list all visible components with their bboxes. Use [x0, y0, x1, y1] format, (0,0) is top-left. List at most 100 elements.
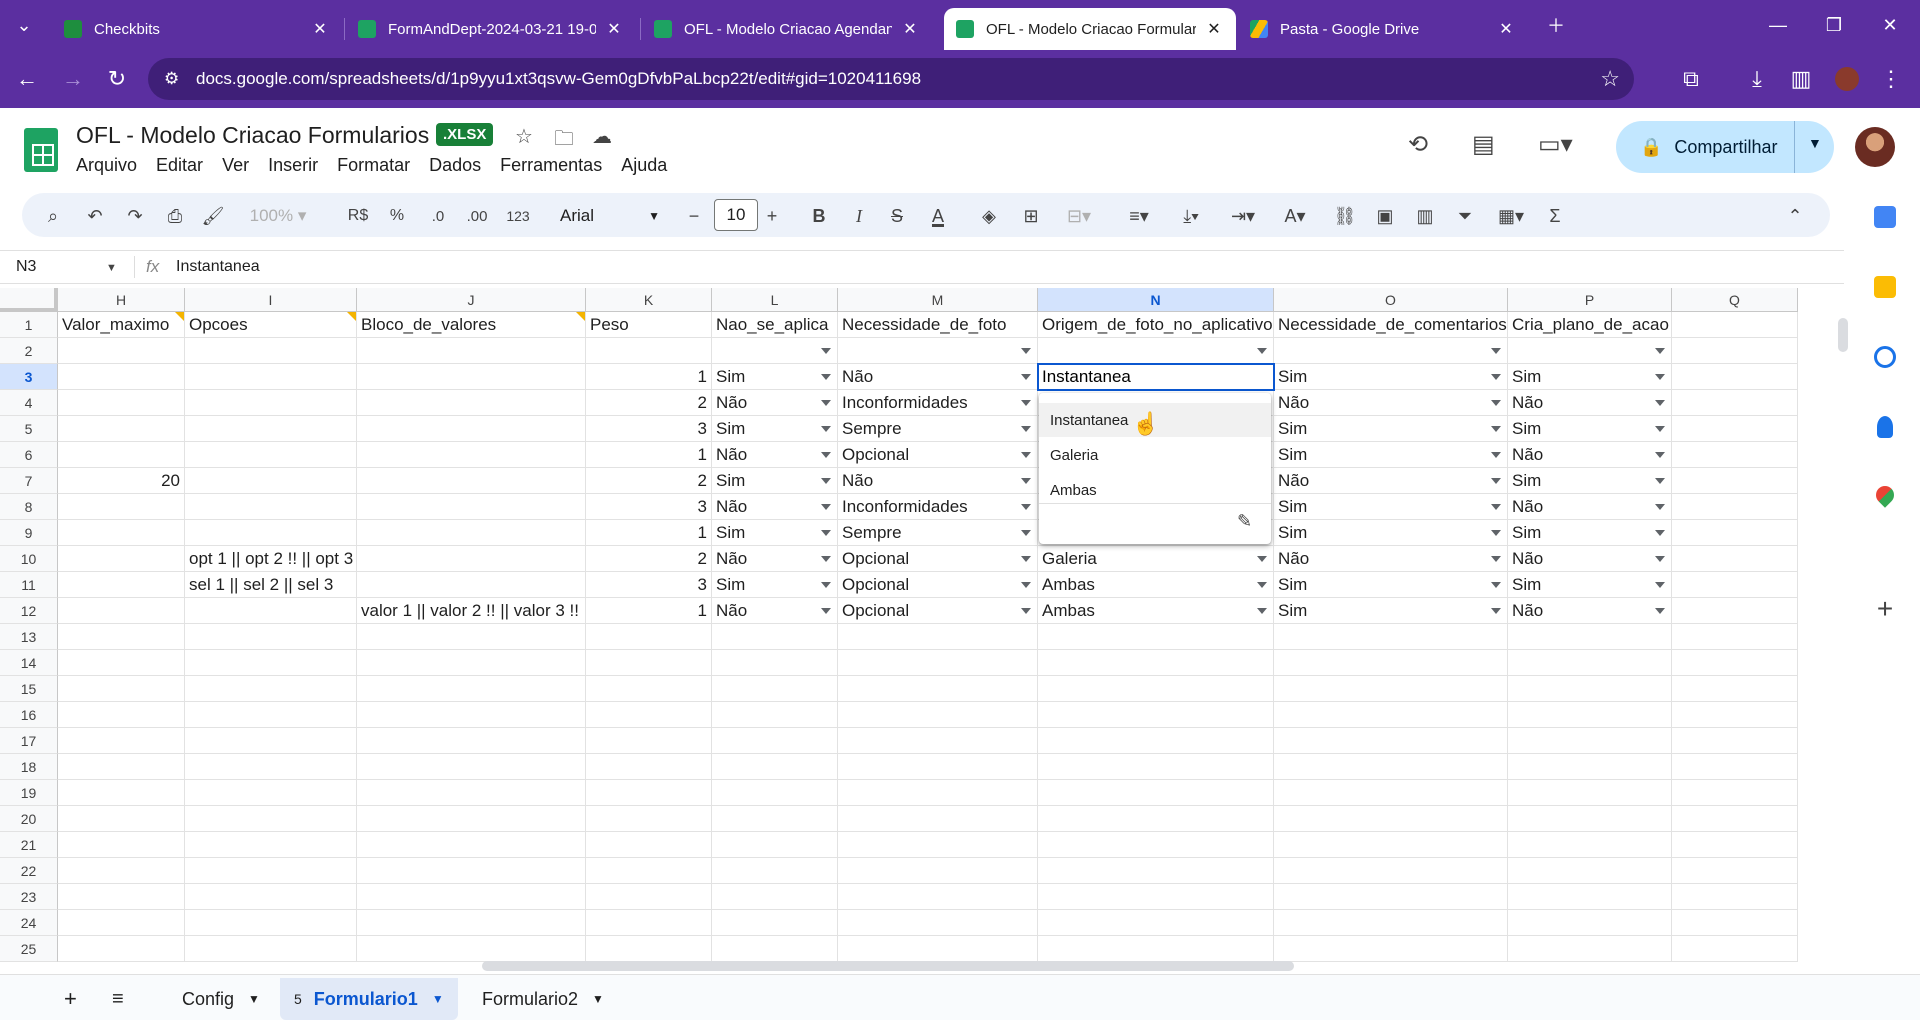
- cell-h7[interactable]: 20: [58, 468, 185, 494]
- row-header-13[interactable]: 13: [0, 624, 58, 650]
- row-header-2[interactable]: 2: [0, 338, 58, 364]
- cell-l25[interactable]: [712, 936, 838, 962]
- cell-j25[interactable]: [357, 936, 586, 962]
- horizontal-scrollbar[interactable]: [482, 961, 1294, 971]
- chevron-down-icon[interactable]: [821, 348, 831, 354]
- row-header-11[interactable]: 11: [0, 572, 58, 598]
- cell-q24[interactable]: [1672, 910, 1798, 936]
- row-header-12[interactable]: 12: [0, 598, 58, 624]
- cell-h22[interactable]: [58, 858, 185, 884]
- cell-q7[interactable]: [1672, 468, 1798, 494]
- cell-j18[interactable]: [357, 754, 586, 780]
- cell-h24[interactable]: [58, 910, 185, 936]
- row-header-10[interactable]: 10: [0, 546, 58, 572]
- cell-n12[interactable]: Ambas: [1038, 598, 1274, 624]
- close-tab-icon[interactable]: ✕: [310, 19, 330, 39]
- cell-m17[interactable]: [838, 728, 1038, 754]
- cell-l7[interactable]: Sim: [712, 468, 838, 494]
- cell-o12[interactable]: Sim: [1274, 598, 1508, 624]
- increase-decimal-button[interactable]: .00: [462, 203, 492, 229]
- chevron-down-icon[interactable]: [1021, 478, 1031, 484]
- chevron-down-icon[interactable]: [1655, 400, 1665, 406]
- cell-p19[interactable]: [1508, 780, 1672, 806]
- chevron-down-icon[interactable]: [1655, 478, 1665, 484]
- row-header-9[interactable]: 9: [0, 520, 58, 546]
- chevron-down-icon[interactable]: [1491, 504, 1501, 510]
- cell-m25[interactable]: [838, 936, 1038, 962]
- sheet-menu-icon[interactable]: ▼: [592, 992, 604, 1006]
- cell-l20[interactable]: [712, 806, 838, 832]
- note-indicator[interactable]: [347, 312, 356, 321]
- close-tab-icon[interactable]: ✕: [1204, 19, 1224, 39]
- cell-p20[interactable]: [1508, 806, 1672, 832]
- add-sheet-icon[interactable]: +: [64, 978, 77, 1020]
- cell-h21[interactable]: [58, 832, 185, 858]
- insert-chart-icon[interactable]: ▥: [1412, 203, 1438, 229]
- add-addon-icon[interactable]: +: [1872, 593, 1898, 624]
- column-header-n[interactable]: N: [1038, 288, 1274, 312]
- cell-h20[interactable]: [58, 806, 185, 832]
- cell-p21[interactable]: [1508, 832, 1672, 858]
- cell-o6[interactable]: Sim: [1274, 442, 1508, 468]
- cell-n14[interactable]: [1038, 650, 1274, 676]
- cell-p16[interactable]: [1508, 702, 1672, 728]
- chevron-down-icon[interactable]: [821, 582, 831, 588]
- chevron-down-icon[interactable]: [1021, 452, 1031, 458]
- row-header-4[interactable]: 4: [0, 390, 58, 416]
- chevron-down-icon[interactable]: [1655, 582, 1665, 588]
- cell-n2[interactable]: [1038, 338, 1274, 364]
- cell-h13[interactable]: [58, 624, 185, 650]
- cell-m7[interactable]: Não: [838, 468, 1038, 494]
- cell-q1[interactable]: [1672, 312, 1798, 338]
- comments-icon[interactable]: ▤: [1472, 130, 1495, 159]
- cell-n19[interactable]: [1038, 780, 1274, 806]
- chevron-down-icon[interactable]: [821, 374, 831, 380]
- dropdown-option-galeria[interactable]: Galeria: [1039, 438, 1271, 472]
- cell-q14[interactable]: [1672, 650, 1798, 676]
- font-size-input[interactable]: 10: [714, 199, 758, 231]
- cell-n18[interactable]: [1038, 754, 1274, 780]
- cell-p15[interactable]: [1508, 676, 1672, 702]
- cell-l21[interactable]: [712, 832, 838, 858]
- cell-j7[interactable]: [357, 468, 586, 494]
- cell-m13[interactable]: [838, 624, 1038, 650]
- cell-o19[interactable]: [1274, 780, 1508, 806]
- menu-ferramentas[interactable]: Ferramentas: [500, 155, 602, 176]
- new-tab-icon[interactable]: ＋: [1528, 0, 1584, 50]
- cloud-status-icon[interactable]: ☁: [592, 124, 612, 149]
- bold-icon[interactable]: B: [806, 203, 832, 229]
- cell-l5[interactable]: Sim: [712, 416, 838, 442]
- cell-j2[interactable]: [357, 338, 586, 364]
- contacts-icon[interactable]: [1877, 416, 1893, 438]
- chevron-down-icon[interactable]: [1021, 608, 1031, 614]
- font-select[interactable]: Arial ▼: [560, 203, 660, 229]
- note-indicator[interactable]: [576, 312, 585, 321]
- cell-h19[interactable]: [58, 780, 185, 806]
- cell-m23[interactable]: [838, 884, 1038, 910]
- cell-m18[interactable]: [838, 754, 1038, 780]
- cell-k7[interactable]: 2: [586, 468, 712, 494]
- account-avatar[interactable]: [1855, 127, 1895, 167]
- cell-i4[interactable]: [185, 390, 357, 416]
- cell-p3[interactable]: Sim: [1508, 364, 1672, 390]
- browser-tab-formanddept[interactable]: FormAndDept-2024-03-21 19-0 ✕: [346, 8, 636, 50]
- cell-n17[interactable]: [1038, 728, 1274, 754]
- cell-q21[interactable]: [1672, 832, 1798, 858]
- cell-i12[interactable]: [185, 598, 357, 624]
- cell-p2[interactable]: [1508, 338, 1672, 364]
- cell-o20[interactable]: [1274, 806, 1508, 832]
- cell-o4[interactable]: Não: [1274, 390, 1508, 416]
- cell-h17[interactable]: [58, 728, 185, 754]
- print-icon[interactable]: ⎙: [162, 203, 188, 229]
- cell-k3[interactable]: 1: [586, 364, 712, 390]
- cell-p17[interactable]: [1508, 728, 1672, 754]
- number-format-button[interactable]: 123: [502, 203, 534, 229]
- keep-icon[interactable]: [1874, 276, 1896, 298]
- cell-l9[interactable]: Sim: [712, 520, 838, 546]
- filter-icon[interactable]: ⏷: [1452, 203, 1478, 229]
- note-indicator[interactable]: [175, 312, 184, 321]
- cell-i19[interactable]: [185, 780, 357, 806]
- column-header-j[interactable]: J: [357, 288, 586, 312]
- cell-j16[interactable]: [357, 702, 586, 728]
- cell-k25[interactable]: [586, 936, 712, 962]
